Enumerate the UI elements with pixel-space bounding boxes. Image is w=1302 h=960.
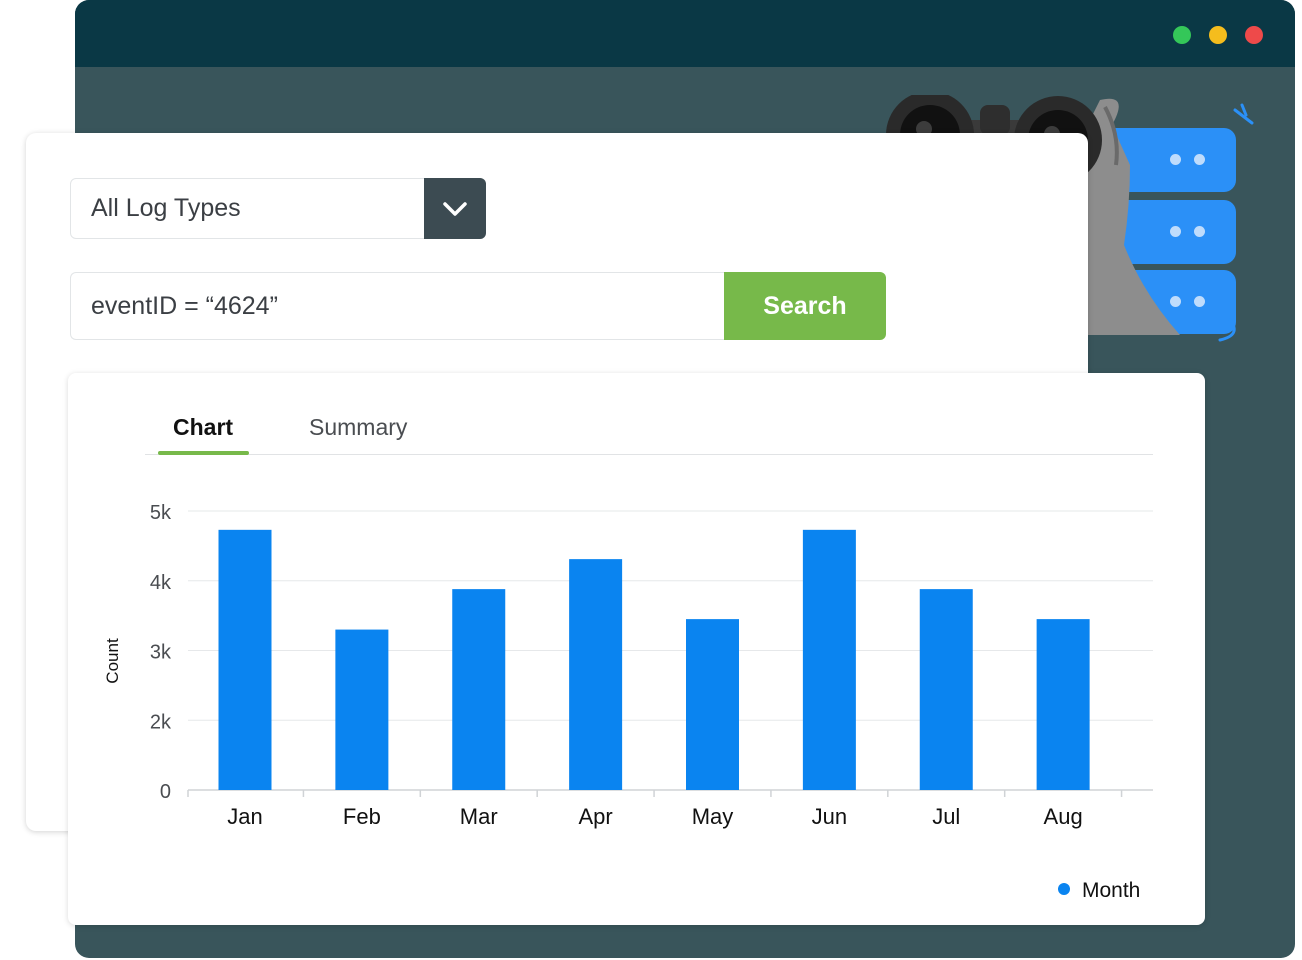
- legend-label: Month: [1082, 879, 1141, 902]
- x-tick-label: Jan: [227, 804, 262, 829]
- bar: [686, 619, 739, 790]
- search-button[interactable]: Search: [724, 272, 886, 340]
- x-tick-label: May: [692, 804, 734, 829]
- bar: [452, 589, 506, 790]
- window-close-button[interactable]: [1245, 26, 1263, 44]
- x-tick-label: Jul: [932, 804, 960, 829]
- log-type-dropdown-button[interactable]: [424, 178, 486, 239]
- x-tick-label: Apr: [579, 804, 613, 829]
- y-axis-label: Count: [103, 638, 122, 684]
- bar: [1036, 619, 1090, 790]
- chart-legend: Month: [1058, 879, 1140, 903]
- y-tick-label: 0: [160, 781, 171, 803]
- query-input[interactable]: [71, 273, 724, 339]
- window-minimize-button[interactable]: [1173, 26, 1191, 44]
- chevron-down-icon: [443, 202, 467, 216]
- bar: [919, 589, 973, 790]
- y-tick-label: 2k: [150, 711, 172, 733]
- log-type-select[interactable]: All Log Types: [70, 178, 486, 239]
- x-tick-label: Mar: [460, 804, 498, 829]
- x-tick-label: Jun: [812, 804, 847, 829]
- window-titlebar: [75, 0, 1295, 67]
- bar: [218, 529, 272, 790]
- window-maximize-button[interactable]: [1209, 26, 1227, 44]
- bar: [569, 559, 623, 790]
- legend-dot-icon: [1058, 883, 1070, 895]
- chart-card: Chart Summary 0 2k 3k 4k 5k Count Jan Feb Mar Apr…: [68, 373, 1205, 925]
- y-tick-label: 5k: [150, 502, 172, 524]
- y-tick-label: 4k: [150, 572, 172, 594]
- bar: [802, 529, 856, 790]
- y-tick-label: 3k: [150, 642, 172, 664]
- x-tick-label: Feb: [343, 804, 381, 829]
- query-field[interactable]: [70, 272, 724, 340]
- log-type-select-value: All Log Types: [91, 194, 241, 222]
- bar: [335, 629, 389, 790]
- bar-chart: 0 2k 3k 4k 5k Count Jan Feb Mar Apr May Jun Jul Aug: [103, 502, 1153, 829]
- x-tick-label: Aug: [1044, 804, 1083, 829]
